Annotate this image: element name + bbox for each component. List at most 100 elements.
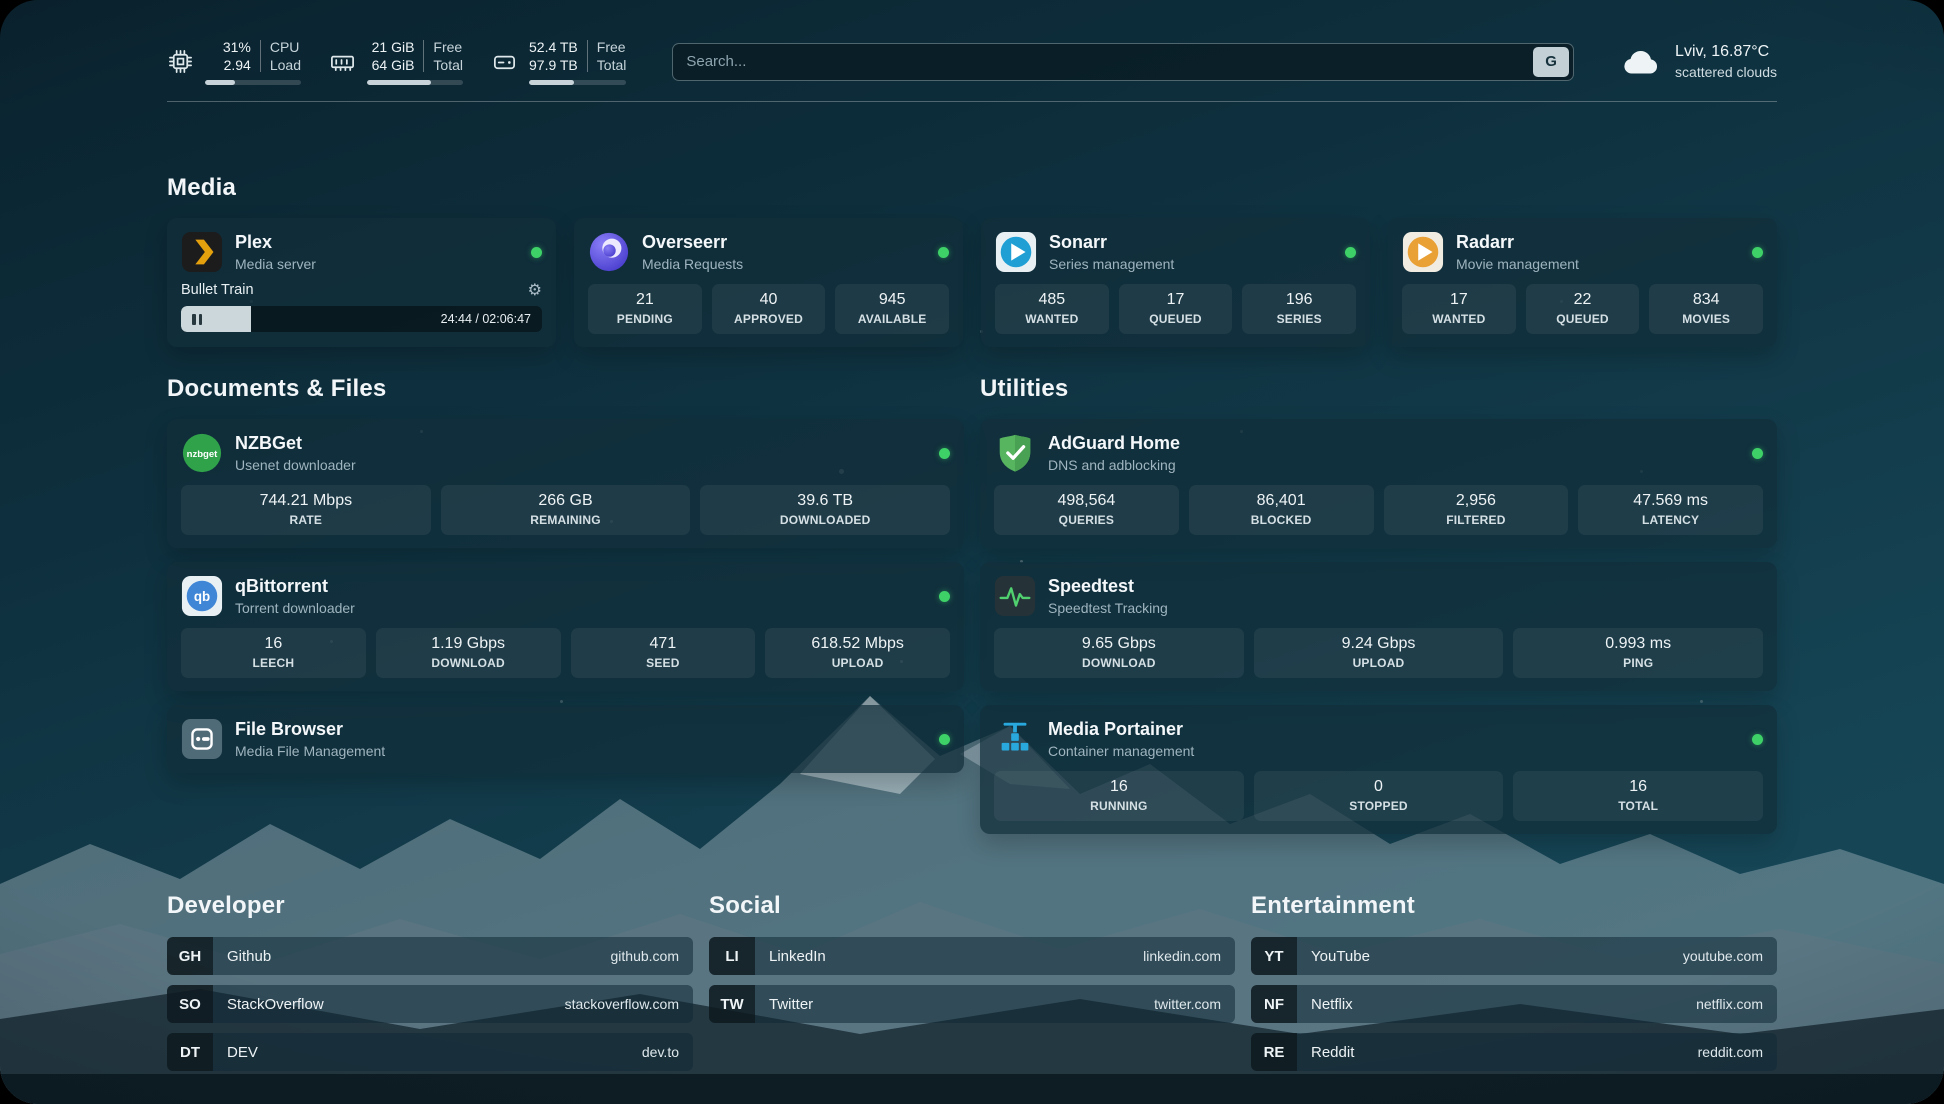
app-name: File Browser (235, 719, 385, 740)
stat-box: 471 SEED (571, 628, 756, 678)
stat-box: 16 LEECH (181, 628, 366, 678)
weather-location: Lviv, 16.87°C (1675, 43, 1777, 61)
bookmark-linkedin[interactable]: LI LinkedIn linkedin.com (709, 937, 1235, 975)
radarr-icon (1402, 231, 1444, 273)
bookmark-group-developer: Developer GH Github github.com SO StackO… (167, 892, 693, 1081)
app-card-plex[interactable]: Plex Media server Bullet Train ⚙ 24:44 (167, 218, 556, 347)
bookmark-group-social: Social LI LinkedIn linkedin.com TW Twitt… (709, 892, 1235, 1081)
app-name: Overseerr (642, 232, 743, 253)
bookmark-youtube[interactable]: YT YouTube youtube.com (1251, 937, 1777, 975)
section-title-media: Media (167, 174, 1777, 202)
cpu-widget: 31% 2.94 CPU Load (167, 38, 301, 85)
bookmark-name: Reddit (1311, 1044, 1354, 1061)
bookmark-abbr: DT (167, 1033, 213, 1071)
app-card-nzbget[interactable]: nzbget NZBGet Usenet downloader 744.21 M… (167, 419, 964, 548)
cpu-icon (167, 48, 194, 75)
portainer-icon (994, 718, 1036, 760)
disk-free-label: Free (597, 38, 627, 56)
bookmark-abbr: SO (167, 985, 213, 1023)
bookmark-url: github.com (611, 948, 679, 964)
app-subtitle: Movie management (1456, 256, 1579, 272)
section-title-social: Social (709, 892, 1235, 920)
memory-total-value: 64 GiB (372, 56, 415, 74)
bookmark-reddit[interactable]: RE Reddit reddit.com (1251, 1033, 1777, 1071)
now-playing-title: Bullet Train (181, 282, 254, 298)
search-input[interactable] (686, 53, 1533, 70)
app-subtitle: Media File Management (235, 743, 385, 759)
bookmark-abbr: NF (1251, 985, 1297, 1023)
section-documents: Documents & Files nzbget NZBGet Usenet d… (167, 375, 964, 834)
stat-box: 16 TOTAL (1513, 771, 1763, 821)
disk-widget: 52.4 TB 97.9 TB Free Total (491, 38, 626, 85)
pause-icon[interactable] (192, 314, 202, 325)
header-divider (167, 101, 1777, 102)
status-online-dot (1345, 247, 1356, 258)
app-subtitle: DNS and adblocking (1048, 457, 1180, 473)
app-card-sonarr[interactable]: Sonarr Series management 485 WANTED 17 Q… (981, 218, 1370, 347)
bookmark-url: linkedin.com (1143, 948, 1221, 964)
status-online-dot (939, 734, 950, 745)
stat-box: 2,956 FILTERED (1384, 485, 1569, 535)
weather-widget: Lviv, 16.87°C scattered clouds (1620, 43, 1777, 80)
status-online-dot (938, 247, 949, 258)
status-online-dot (531, 247, 542, 258)
settings-gear-icon[interactable]: ⚙ (528, 282, 542, 298)
speedtest-icon (994, 575, 1036, 617)
bookmark-dev[interactable]: DT DEV dev.to (167, 1033, 693, 1071)
bookmark-group-entertainment: Entertainment YT YouTube youtube.com NF … (1251, 892, 1777, 1081)
system-widgets: 31% 2.94 CPU Load (167, 38, 626, 85)
disk-total-value: 97.9 TB (529, 56, 578, 74)
overseerr-icon (588, 231, 630, 273)
search-engine-button[interactable]: G (1533, 47, 1569, 77)
app-card-filebrowser[interactable]: File Browser Media File Management (167, 705, 964, 773)
nzbget-icon: nzbget (181, 432, 223, 474)
cpu-load-label: Load (270, 56, 301, 74)
section-media: Media Plex Media server (167, 174, 1777, 347)
stat-box: 196 SERIES (1242, 284, 1356, 334)
bookmark-netflix[interactable]: NF Netflix netflix.com (1251, 985, 1777, 1023)
dashboard-root: 31% 2.94 CPU Load (0, 0, 1944, 1104)
stat-box: 9.24 Gbps UPLOAD (1254, 628, 1504, 678)
memory-free-value: 21 GiB (372, 38, 415, 56)
bookmark-abbr: GH (167, 937, 213, 975)
stat-box: 834 MOVIES (1649, 284, 1763, 334)
disk-icon (491, 48, 518, 75)
memory-total-label: Total (433, 56, 463, 74)
stat-box: 9.65 Gbps DOWNLOAD (994, 628, 1244, 678)
bookmark-url: twitter.com (1154, 996, 1221, 1012)
bookmark-stackoverflow[interactable]: SO StackOverflow stackoverflow.com (167, 985, 693, 1023)
app-card-radarr[interactable]: Radarr Movie management 17 WANTED 22 QUE… (1388, 218, 1777, 347)
stat-box: 744.21 Mbps RATE (181, 485, 431, 535)
divider (260, 40, 261, 72)
stat-box: 0 STOPPED (1254, 771, 1504, 821)
stat-box: 485 WANTED (995, 284, 1109, 334)
app-card-speedtest[interactable]: Speedtest Speedtest Tracking 9.65 Gbps D… (980, 562, 1777, 691)
app-name: qBittorrent (235, 576, 355, 597)
app-card-qbittorrent[interactable]: qb qBittorrent Torrent downloader 16 LEE… (167, 562, 964, 691)
stat-box: 1.19 Gbps DOWNLOAD (376, 628, 561, 678)
stat-box: 0.993 ms PING (1513, 628, 1763, 678)
bookmark-url: reddit.com (1698, 1044, 1763, 1060)
app-card-adguard[interactable]: AdGuard Home DNS and adblocking 498,564 … (980, 419, 1777, 548)
status-online-dot (1752, 247, 1763, 258)
section-title-utilities: Utilities (980, 375, 1777, 403)
bookmark-name: LinkedIn (769, 948, 826, 965)
app-card-overseerr[interactable]: Overseerr Media Requests 21 PENDING 40 A… (574, 218, 963, 347)
app-name: AdGuard Home (1048, 433, 1180, 454)
search-bar[interactable]: G (672, 43, 1574, 81)
memory-free-label: Free (433, 38, 463, 56)
bookmark-name: Netflix (1311, 996, 1353, 1013)
section-utilities: Utilities AdGuard Home DNS and adblockin… (980, 375, 1777, 834)
bookmark-name: Twitter (769, 996, 813, 1013)
stat-box: 16 RUNNING (994, 771, 1244, 821)
bookmark-abbr: YT (1251, 937, 1297, 975)
stat-box: 21 PENDING (588, 284, 702, 334)
playback-progress-bar[interactable]: 24:44 / 02:06:47 (181, 306, 542, 332)
bookmark-twitter[interactable]: TW Twitter twitter.com (709, 985, 1235, 1023)
bookmark-github[interactable]: GH Github github.com (167, 937, 693, 975)
bookmark-name: Github (227, 948, 271, 965)
filebrowser-icon (181, 718, 223, 760)
section-title-developer: Developer (167, 892, 693, 920)
app-card-portainer[interactable]: Media Portainer Container management 16 … (980, 705, 1777, 834)
app-subtitle: Torrent downloader (235, 600, 355, 616)
